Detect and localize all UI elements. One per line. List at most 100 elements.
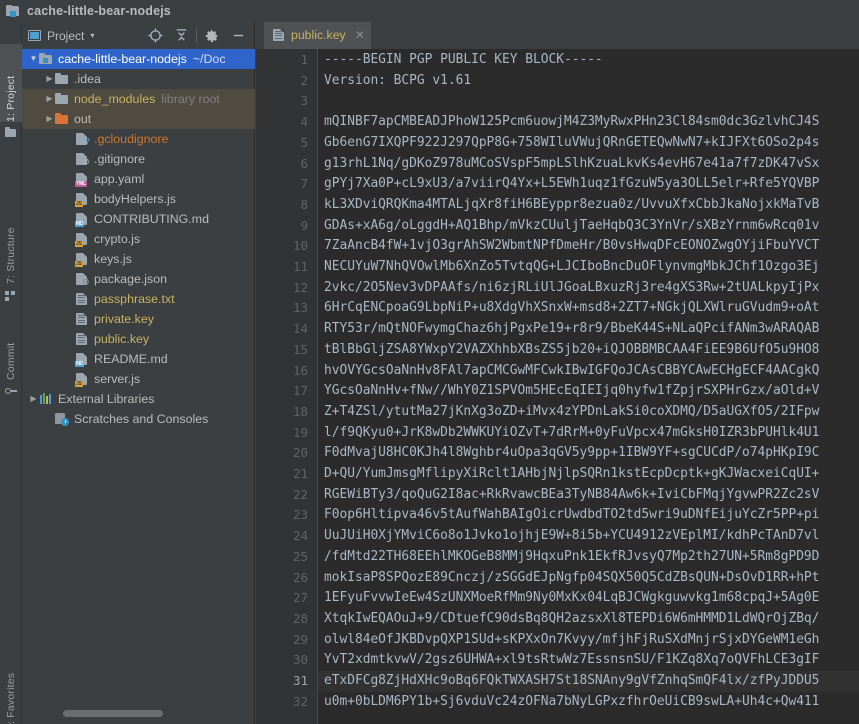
chevron-right-icon[interactable]: ▶ [44,115,55,123]
tree-row-crypto-js[interactable]: JScrypto.js [22,229,255,249]
code-line[interactable]: u0m+0bLDM6PY1b+Sj6vduVc24zOFNa7bNyLGPxzf… [324,692,859,713]
project-panel: Project ▾ ▼cache-little-bear-nodejs~/Doc… [22,22,255,724]
tree-row-node-modules[interactable]: ▶node_moduleslibrary root [22,89,255,109]
code-line[interactable]: hvOVYGcsOaNnHv8FAl7apCMCGwMFCwkIBwIGFQoJ… [324,361,859,382]
settings-gear-icon[interactable] [199,23,225,49]
tree-row-suffix: ~/Doc [193,52,226,66]
collapse-all-icon[interactable] [168,23,194,49]
tree-row-out[interactable]: ▶out [22,109,255,129]
code-line[interactable]: GDAs+xA6g/oLggdH+AQ1Bhp/mVkzCUuljTaeHqbQ… [324,216,859,237]
code-line[interactable]: mQINBF7apCMBEADJPhoW125Pcm6uowjM4Z3MyRwx… [324,112,859,133]
tree-row-passphrase-txt[interactable]: passphrase.txt [22,289,255,309]
code-line[interactable]: 2vkc/2O5Nev3vDPAAfs/ni6zjRLiUlJGoaLBxuzR… [324,278,859,299]
code-line[interactable]: 1EFyuFvvwIeEw4SzUNXMoeRfMm9Ny0MxKx04LqBJ… [324,588,859,609]
line-number: 32 [258,692,308,713]
tree-row-public-key[interactable]: public.key [22,329,255,349]
code-line[interactable] [324,91,859,112]
line-number: 21 [258,464,308,485]
tree-row-bodyhelpers-js[interactable]: JSbodyHelpers.js [22,189,255,209]
project-tree[interactable]: ▼cache-little-bear-nodejs~/Doc▶.idea▶nod… [22,49,255,717]
select-opened-file-icon[interactable] [142,23,168,49]
code-lines[interactable]: -----BEGIN PGP PUBLIC KEY BLOCK-----Vers… [318,49,859,724]
code-line[interactable]: -----BEGIN PGP PUBLIC KEY BLOCK----- [324,50,859,71]
chevron-down-icon[interactable]: ▼ [28,55,39,63]
tree-row--gcloudignore[interactable]: ?.gcloudignore [22,129,255,149]
code-line[interactable]: eTxDFCg8ZjHdXHc9oBq6FQkTWXASH7St18SNAny9… [324,671,859,692]
line-number: 30 [258,650,308,671]
code-line[interactable]: RGEWiBTy3/qoQuG2I8ac+RkRvawcBEa3TyNB84Aw… [324,485,859,506]
tool-button-favorites[interactable]: 2: Favorites [0,642,22,724]
line-number: 18 [258,402,308,423]
tab-public-key[interactable]: public.key ✕ [264,22,371,49]
tool-button-structure[interactable]: 7: Structure [0,198,22,284]
tree-row--idea[interactable]: ▶.idea [22,69,255,89]
line-number: 31 [258,671,308,692]
chevron-right-icon[interactable]: ▶ [44,75,55,83]
tree-row-cache-little-bear-nodejs[interactable]: ▼cache-little-bear-nodejs~/Doc [22,49,255,69]
chevron-right-icon[interactable]: ▶ [44,95,55,103]
project-panel-title: Project [47,29,84,43]
text-file-icon [75,292,89,306]
code-line[interactable]: 7ZaAncB4fW+1vjO3grAhSW2WbmtNPfDmeHr/B0vs… [324,236,859,257]
toolbar-separator [196,28,197,43]
folder-excluded-icon [55,112,69,126]
structure-icon [5,290,17,302]
js-file-icon: JS [75,192,89,206]
project-tree-hscrollbar[interactable] [44,709,277,718]
chevron-down-icon[interactable]: ▾ [90,32,94,40]
code-line[interactable]: YvT2xdmtkvwV/2gsz6UHWA+xl9tsRtwWz7Essnsn… [324,650,859,671]
tree-row-readme-md[interactable]: MDREADME.md [22,349,255,369]
close-icon[interactable]: ✕ [355,29,365,41]
code-line[interactable]: g13rhL1Nq/gDKoZ978uMCoSVspF5mpLSlhKzuaLk… [324,154,859,175]
tree-row-label: CONTRIBUTING.md [94,212,209,226]
code-area[interactable]: 1234567891011121314151617181920212223242… [256,49,859,724]
code-line[interactable]: UuJUiH0XjYMviC6o8o1Jvko1ojhjE9W+8i5b+YCU… [324,526,859,547]
code-line[interactable]: F0dMvajU8HC0KJh4l8Wghbr4uOpa3qGV5y9pp+1I… [324,443,859,464]
code-line[interactable]: kL3XDviQRQKma4MTALjqXr8fiH6BEyppr8ezua0z… [324,195,859,216]
json-file-icon: ⚙ [75,272,89,286]
line-number: 5 [258,133,308,154]
code-line[interactable]: tBlBbGljZSA8YWxpY2VAZXhhbXBsZS5jb20+iQJO… [324,340,859,361]
tree-row-label: app.yaml [94,172,144,186]
code-line[interactable]: olwl84eOfJKBDvpQXP1SUd+sKPXxOn7Kvyy/mfjh… [324,630,859,651]
code-line[interactable]: 6HrCqENCpoaG9LbpNiP+u8XdgVhXSnxW+msd8+2Z… [324,298,859,319]
tree-row-suffix: library root [161,92,220,106]
tree-row-app-yaml[interactable]: YMLapp.yaml [22,169,255,189]
chevron-right-icon[interactable]: ▶ [28,395,39,403]
line-number: 2 [258,71,308,92]
hide-panel-icon[interactable] [225,23,251,49]
code-line[interactable]: NECUYuW7NhQVOwlMb6XnZo5TvtqQG+LJCIboBncD… [324,257,859,278]
tree-row-private-key[interactable]: private.key [22,309,255,329]
line-number: 24 [258,526,308,547]
code-line[interactable]: XtqkIwEQAOuJ+9/CDtuefC90dsBq8QH2azsxXl8T… [324,609,859,630]
code-line[interactable]: RTY53r/mQtNOFwymgChaz6hjPgxPe19+r8r9/Bbe… [324,319,859,340]
title-bar: cache-little-bear-nodejs [0,0,859,22]
tree-row-contributing-md[interactable]: MDCONTRIBUTING.md [22,209,255,229]
code-line[interactable]: gPYj7Xa0P+cL9xU3/a7viirQ4Yx+L5EWh1uqz1fG… [324,174,859,195]
tree-row-keys-js[interactable]: JSkeys.js [22,249,255,269]
tree-row-scratches-and-consoles[interactable]: Scratches and Consoles [22,409,255,429]
code-line[interactable]: /fdMtd22TH68EEhlMKOGeB8MMj9HqxuPnk1EkfRJ… [324,547,859,568]
code-line[interactable]: Gb6enG7IXQPF922J297QpP8G+758WIluVWujQRnG… [324,133,859,154]
code-line[interactable]: YGcsOaNnHv+fNw//WhY0Z1SPVOm5HEcEqIEIjq0h… [324,381,859,402]
project-panel-toolbar [142,23,251,49]
scrollbar-thumb[interactable] [63,710,163,717]
tree-row-label: server.js [94,372,140,386]
code-line[interactable]: mokIsaP8SPQozE89Cnczj/zSGGdEJpNgfp04SQX5… [324,568,859,589]
tree-row-package-json[interactable]: ⚙package.json [22,269,255,289]
tree-row-server-js[interactable]: JSserver.js [22,369,255,389]
tree-row-label: Scratches and Consoles [74,412,208,426]
tree-row--gitignore[interactable]: ⊘.gitignore [22,149,255,169]
code-line[interactable]: Version: BCPG v1.61 [324,71,859,92]
tree-row-label: public.key [94,332,149,346]
code-line[interactable]: D+QU/YumJmsgMflipyXiRclt1AHbjNjlpSQRn1ks… [324,464,859,485]
line-number: 8 [258,195,308,216]
js-file-icon: JS [75,252,89,266]
code-line[interactable]: Z+T4ZSl/ytutMa27jKnXg3oZD+iMvx4zYPDnLakS… [324,402,859,423]
tool-button-project[interactable]: 1: Project [0,44,22,122]
tree-row-external-libraries[interactable]: ▶External Libraries [22,389,255,409]
project-panel-header: Project ▾ [22,22,255,49]
code-line[interactable]: F0op6Hltipva46v5tAufWahBAIgOicrUwdbdTO2t… [324,505,859,526]
code-line[interactable]: l/f9QKyu0+JrK8wDb2WWKUYiOZvT+7dRrM+0yFuV… [324,423,859,444]
tool-button-commit[interactable]: Commit [0,312,22,380]
